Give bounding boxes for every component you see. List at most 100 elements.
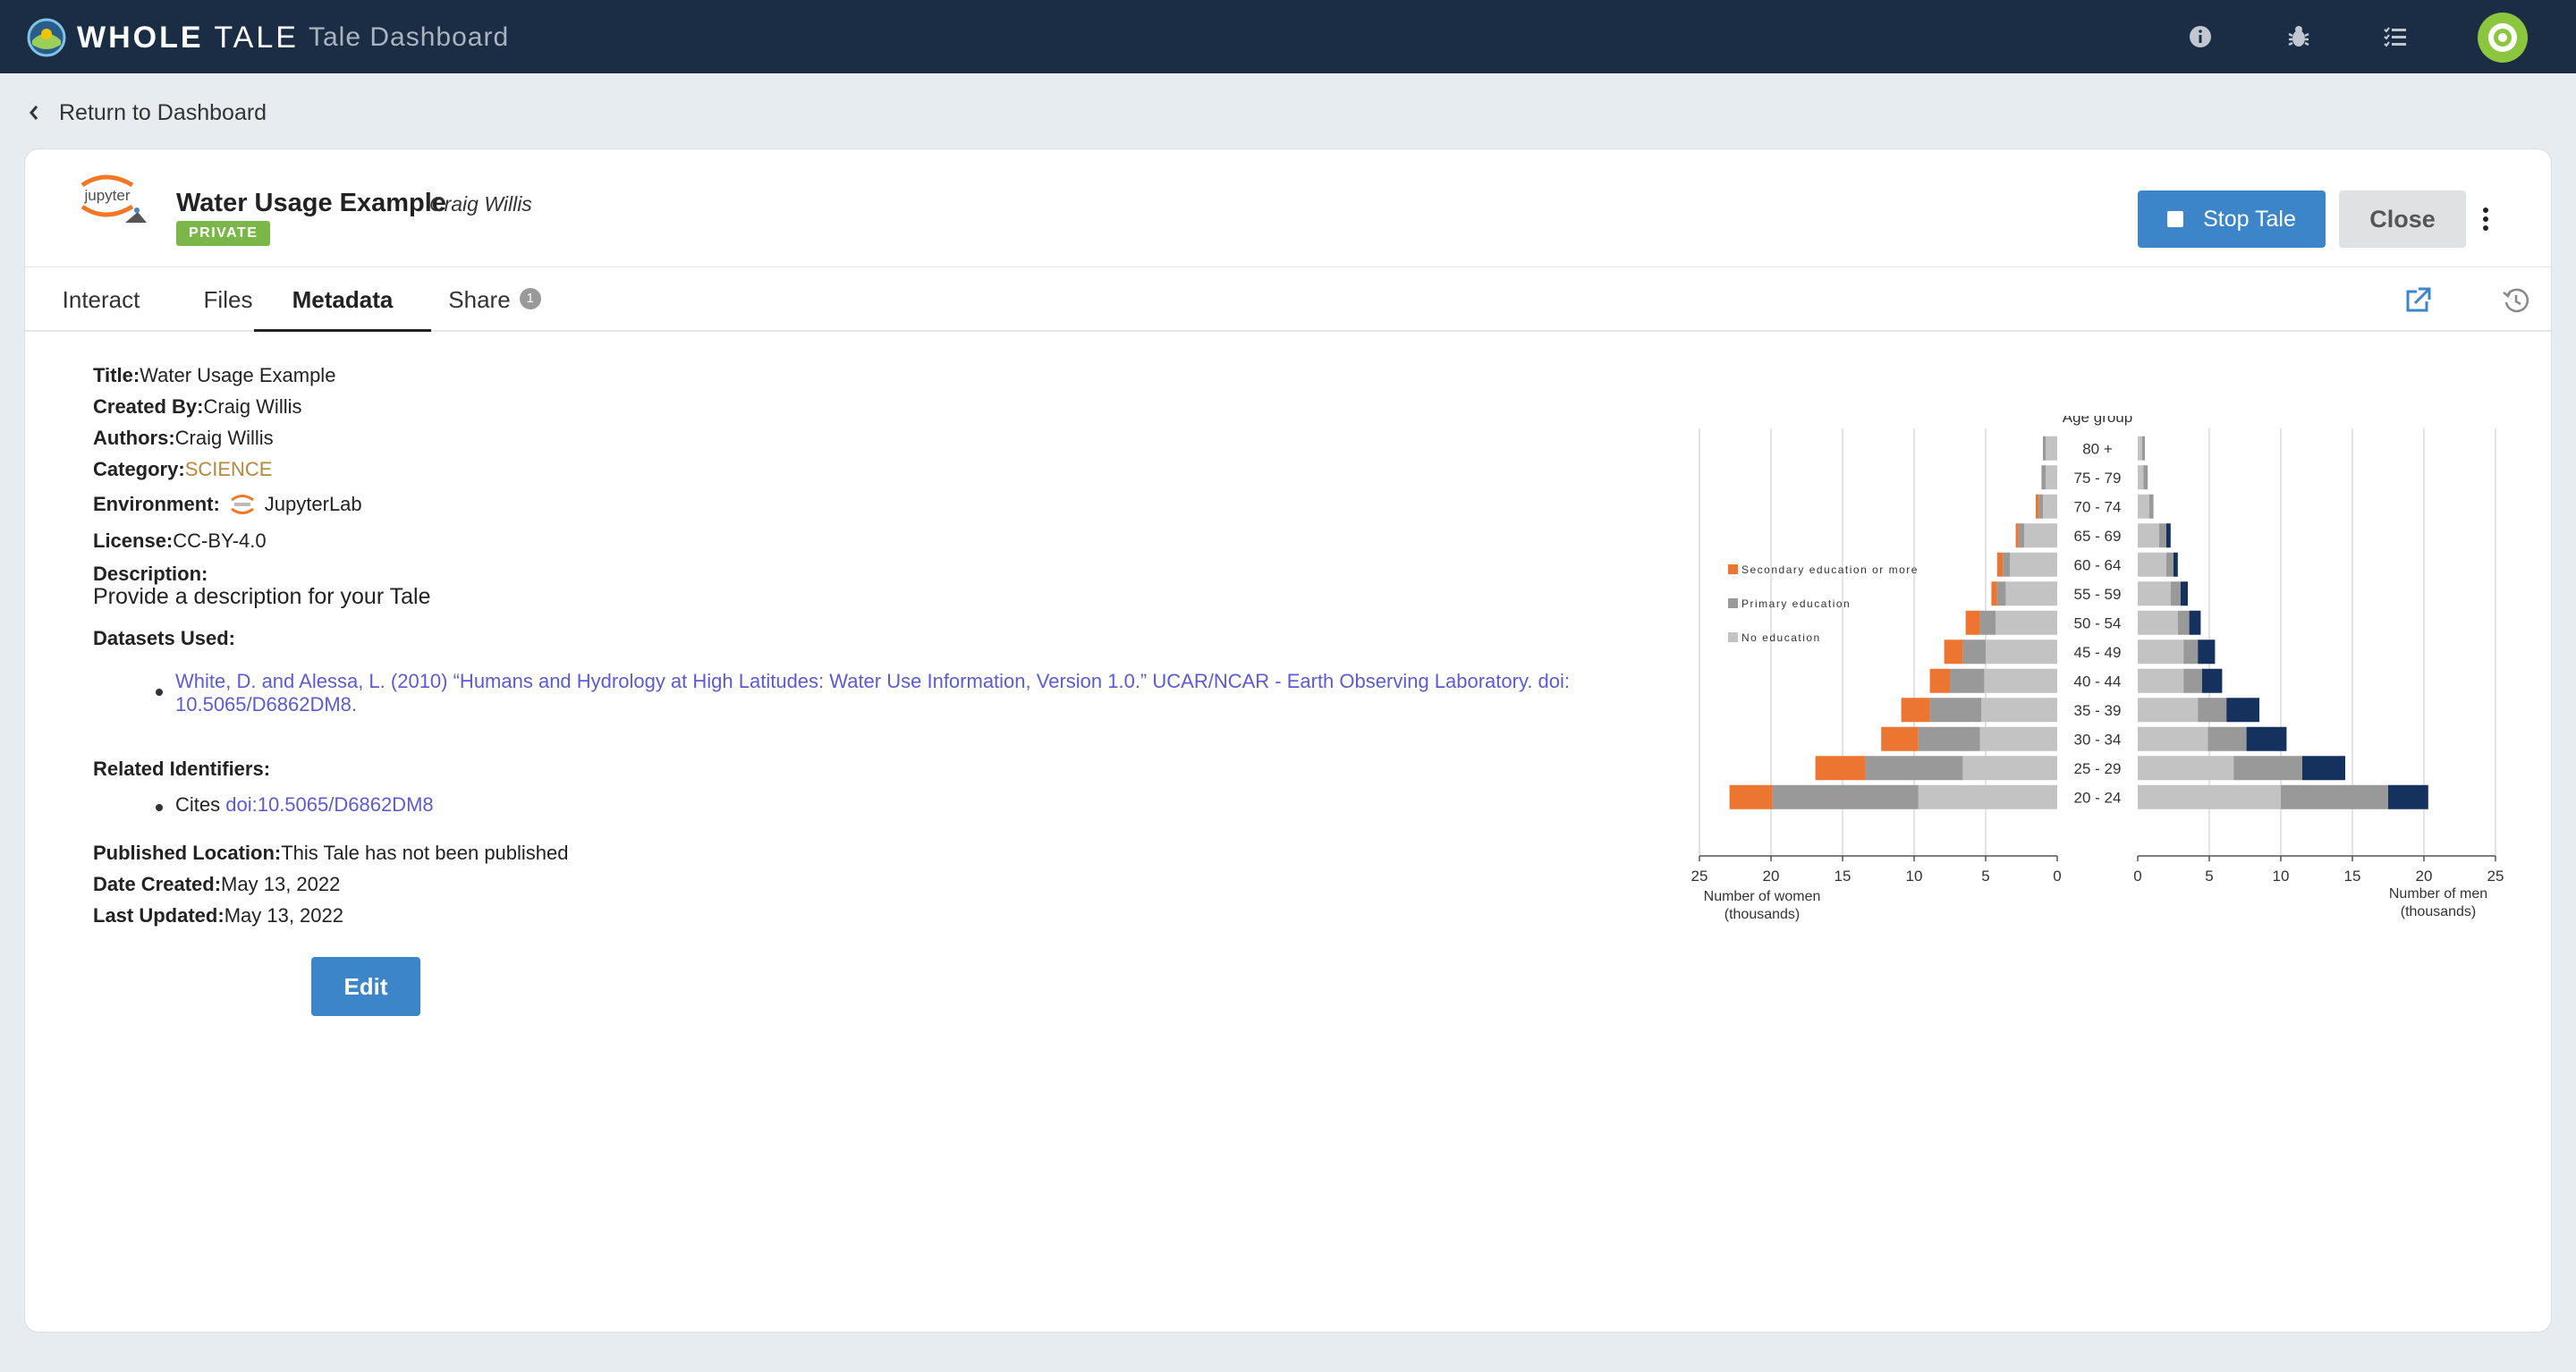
men-tick-label: 0 [2133, 868, 2141, 885]
bar-men-no-education [2138, 726, 2208, 751]
legend-swatch [1728, 564, 1738, 574]
whole-tale-logo-icon[interactable] [27, 18, 66, 57]
men-tick-label: 15 [2344, 868, 2361, 885]
close-button[interactable]: Close [2339, 191, 2466, 248]
bar-men-primary [2177, 610, 2190, 635]
age-group-label: 45 - 49 [2074, 644, 2122, 661]
age-group-label: 50 - 54 [2074, 614, 2122, 631]
edit-button[interactable]: Edit [311, 957, 420, 1016]
legend-label: Secondary education or more [1741, 563, 1919, 576]
bar-women-secondary [1901, 698, 1930, 723]
bar-men-no-education [2138, 639, 2184, 665]
tab-share[interactable]: Share 1 [431, 267, 558, 332]
bar-women-secondary [1996, 552, 2004, 577]
legend-label: Primary education [1741, 597, 1851, 610]
stop-tale-button[interactable]: Stop Tale [2138, 191, 2326, 248]
bar-men-primary [2166, 552, 2174, 577]
meta-published-value: This Tale has not been published [281, 842, 569, 864]
women-axis-subtitle: (thousands) [1724, 907, 1801, 922]
men-axis-subtitle: (thousands) [2401, 904, 2477, 919]
bar-men-secondary [2174, 552, 2178, 577]
bar-men-secondary [2226, 698, 2259, 723]
bar-women-no-education [1962, 756, 2057, 781]
bar-women-primary [2041, 465, 2046, 490]
bar-women-no-education [2010, 552, 2057, 577]
meta-created-by-row: Created By:Craig Willis [93, 395, 302, 418]
tale-tabs: Interact Files Metadata Share 1 [25, 267, 2551, 332]
bar-men-primary [2183, 668, 2202, 693]
bar-women-primary [1929, 698, 1982, 723]
chart-title: Age group [2063, 416, 2132, 426]
history-icon[interactable] [2501, 285, 2531, 316]
tale-name: Water Usage Example [176, 189, 446, 217]
tab-interact[interactable]: Interact [52, 267, 150, 332]
bar-men-no-education [2138, 552, 2166, 577]
bar-men-primary [2183, 639, 2199, 665]
info-icon[interactable] [2183, 20, 2217, 54]
bar-men-primary [2198, 698, 2227, 723]
related-prefix: Cites [175, 793, 221, 816]
meta-date-created-value: May 13, 2022 [221, 873, 341, 895]
meta-title-row: Title:Water Usage Example [93, 364, 336, 386]
tale-card: jupyter Water Usage Example Craig Willis… [24, 148, 2552, 1333]
meta-created-by-value: Craig Willis [203, 395, 302, 418]
avatar-pattern-icon [2488, 23, 2517, 52]
men-tick-label: 25 [2487, 868, 2504, 885]
return-to-dashboard-link[interactable]: Return to Dashboard [29, 97, 267, 129]
stop-tale-label: Stop Tale [2203, 206, 2296, 232]
bar-women-primary [2043, 436, 2046, 461]
share-count-badge: 1 [519, 288, 541, 310]
bar-men-no-education [2138, 698, 2199, 723]
bar-women-secondary [1881, 726, 1919, 751]
bar-women-primary [1918, 726, 1980, 751]
bar-women-no-education [2024, 523, 2057, 548]
bar-men-no-education [2138, 784, 2281, 809]
men-tick-label: 10 [2273, 868, 2290, 885]
bar-men-primary [2233, 756, 2302, 781]
legend-swatch [1728, 632, 1738, 642]
bar-women-secondary [1965, 610, 1980, 635]
bar-men-secondary [2202, 668, 2223, 693]
bar-men-no-education [2138, 756, 2234, 781]
bar-men-primary [2141, 436, 2145, 461]
user-avatar[interactable] [2478, 13, 2528, 63]
age-group-label: 55 - 59 [2074, 586, 2122, 603]
tab-metadata[interactable]: Metadata [254, 267, 431, 332]
meta-last-updated-row: Last Updated:May 13, 2022 [93, 904, 343, 927]
brand-name[interactable]: WHOLE TALE [77, 18, 299, 57]
age-group-label: 75 - 79 [2074, 470, 2122, 487]
related-bullet [156, 804, 163, 811]
jupyterlab-icon [230, 495, 254, 514]
bar-men-primary [2281, 784, 2388, 809]
legend-label: No education [1741, 631, 1821, 644]
bar-men-primary [2159, 523, 2166, 548]
bug-icon[interactable] [2282, 20, 2316, 54]
bar-women-secondary [2015, 523, 2019, 548]
external-link-icon[interactable] [2402, 285, 2433, 316]
tale-header: jupyter Water Usage Example Craig Willis… [25, 149, 2551, 267]
meta-environment-value: JupyterLab [264, 493, 362, 515]
women-axis-title: Number of women [1704, 889, 1821, 904]
related-doi-link[interactable]: doi:10.5065/D6862DM8 [225, 793, 433, 816]
bar-men-no-education [2138, 465, 2144, 490]
meta-related-label: Related Identifiers: [93, 758, 271, 780]
tasks-icon[interactable] [2378, 20, 2412, 54]
bar-women-no-education [1918, 784, 2057, 809]
more-options-icon[interactable] [2481, 207, 2490, 232]
meta-authors-value: Craig Willis [174, 427, 274, 449]
bar-women-secondary [1991, 581, 1997, 606]
tab-share-label: Share [448, 286, 511, 313]
bar-men-no-education [2138, 523, 2159, 548]
bar-women-no-education [2046, 465, 2057, 490]
meta-date-created-row: Date Created:May 13, 2022 [93, 873, 341, 895]
meta-category-value: SCIENCE [184, 458, 273, 480]
men-tick-label: 5 [2205, 868, 2213, 885]
meta-description-value: Provide a description for your Tale [93, 584, 431, 609]
bar-women-no-education [2005, 581, 2057, 606]
bullet [156, 689, 163, 696]
bar-women-no-education [1981, 698, 2057, 723]
bar-men-secondary [2166, 523, 2171, 548]
men-tick-label: 20 [2416, 868, 2433, 885]
dataset-link[interactable]: White, D. and Alessa, L. (2010) “Humans … [175, 670, 1570, 716]
jupyter-logo-icon: jupyter [80, 174, 147, 223]
